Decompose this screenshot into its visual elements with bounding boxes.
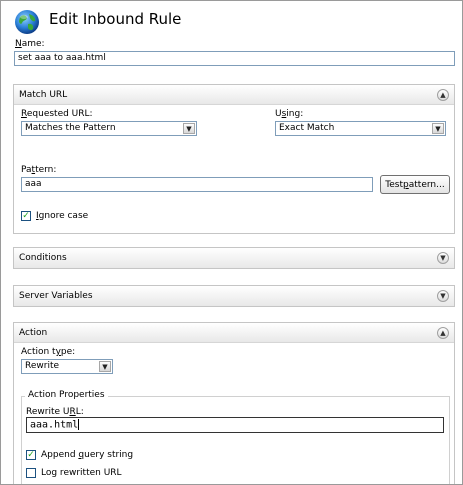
page-title: Edit Inbound Rule (49, 10, 182, 28)
requested-url-label: Requested URL: (21, 109, 93, 119)
dropdown-arrow-icon[interactable]: ▼ (432, 123, 444, 134)
globe-icon (14, 9, 40, 35)
rewrite-url-label: Rewrite URL: (26, 407, 84, 417)
name-input[interactable]: set aaa to aaa.html (14, 51, 455, 66)
rewrite-url-value: aaa.html (30, 419, 79, 431)
checkmark-icon: ✓ (27, 449, 35, 460)
log-url-label: Log rewritten URL (41, 468, 122, 478)
requested-url-select[interactable]: Matches the Pattern ▼ (21, 121, 197, 136)
conditions-title: Conditions (19, 253, 67, 263)
chevron-down-icon[interactable]: ▼ (437, 252, 449, 264)
rewrite-url-input[interactable]: aaa.html (26, 417, 444, 433)
name-label: Name: (15, 39, 45, 49)
using-select[interactable]: Exact Match ▼ (275, 121, 446, 136)
server-variables-title: Server Variables (19, 291, 93, 301)
action-properties-title: Action Properties (25, 390, 108, 400)
chevron-up-icon[interactable]: ▲ (437, 327, 449, 339)
conditions-header[interactable]: Conditions ▼ (14, 248, 454, 268)
append-query-checkbox[interactable]: ✓ (26, 450, 36, 460)
text-caret (78, 419, 80, 430)
dropdown-arrow-icon[interactable]: ▼ (183, 123, 195, 134)
pattern-label: Pattern: (21, 165, 57, 175)
action-header[interactable]: Action ▲ (14, 323, 454, 343)
match-url-header[interactable]: Match URL ▲ (14, 85, 454, 105)
action-type-value: Rewrite (25, 361, 60, 371)
chevron-down-icon[interactable]: ▼ (437, 290, 449, 302)
checkmark-icon: ✓ (22, 210, 30, 221)
ignore-case-checkbox[interactable]: ✓ (21, 211, 31, 221)
pattern-input[interactable]: aaa (21, 177, 373, 192)
action-type-label: Action type: (21, 347, 76, 357)
requested-url-value: Matches the Pattern (25, 123, 116, 133)
append-query-label: Append query string (41, 450, 134, 460)
edit-inbound-rule-window: Edit Inbound Rule Name: set aaa to aaa.h… (0, 0, 463, 485)
action-panel: Action ▲ Action type: Rewrite ▼ Action P… (13, 322, 455, 484)
server-variables-panel: Server Variables ▼ (13, 285, 455, 307)
ignore-case-label: Ignore case (36, 211, 89, 221)
match-url-panel: Match URL ▲ Requested URL: Matches the P… (13, 84, 455, 234)
action-type-select[interactable]: Rewrite ▼ (21, 359, 113, 374)
chevron-up-icon[interactable]: ▲ (437, 89, 449, 101)
using-label: Using: (275, 109, 304, 119)
dropdown-arrow-icon[interactable]: ▼ (99, 361, 111, 372)
test-pattern-button[interactable]: Test p attern... (380, 175, 450, 194)
match-url-title: Match URL (19, 90, 68, 100)
log-url-checkbox[interactable] (26, 468, 36, 478)
server-variables-header[interactable]: Server Variables ▼ (14, 286, 454, 306)
action-title: Action (19, 328, 48, 338)
conditions-panel: Conditions ▼ (13, 247, 455, 269)
using-value: Exact Match (279, 123, 335, 133)
